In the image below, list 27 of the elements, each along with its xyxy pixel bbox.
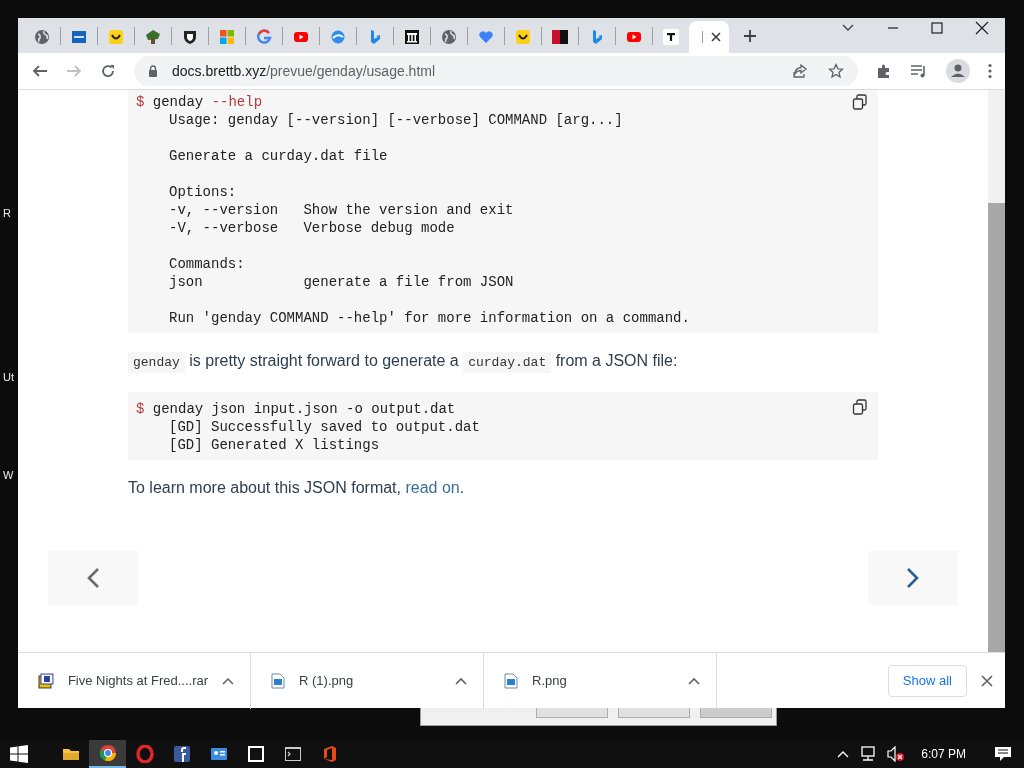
desktop-icon-label: W bbox=[3, 469, 14, 481]
download-item[interactable]: R.png bbox=[484, 652, 717, 709]
download-filename: R (1).png bbox=[299, 673, 355, 688]
output-line: Run 'genday COMMAND --help' for more information on a command. bbox=[169, 309, 690, 327]
output-line: -v, --version Show the version and exit bbox=[169, 201, 514, 219]
desktop-icon-label: R bbox=[3, 207, 11, 219]
output-line: Usage: genday [--version] [--verbose] COMMAND [arg...] bbox=[169, 111, 623, 129]
address-bar[interactable]: docs.brettb.xyz/prevue/genday/usage.html bbox=[134, 56, 858, 86]
output-line: Generate a curday.dat file bbox=[169, 147, 388, 165]
command-line: $ genday json input.json -o output.dat bbox=[136, 400, 456, 418]
output-line: json generate a file from JSON bbox=[169, 273, 514, 291]
show-all-button[interactable]: Show all bbox=[887, 664, 967, 697]
desktop-icon-label: Ut bbox=[3, 371, 14, 383]
paragraph: To learn more about this JSON format, read on. bbox=[128, 478, 466, 498]
download-item[interactable]: Five Nights at Fred....rar bbox=[18, 652, 251, 709]
download-filename: R.png bbox=[532, 673, 568, 688]
download-filename: Five Nights at Fred....rar bbox=[67, 673, 209, 688]
output-line: [GD] Generated X listings bbox=[169, 436, 380, 454]
output-line: Options: bbox=[169, 183, 237, 201]
output-line: [GD] Successfully saved to output.dat bbox=[169, 418, 480, 436]
output-line: -V, --verbose Verbose debug mode bbox=[169, 219, 455, 237]
paragraph: genday is pretty straight forward to generate a curday.dat from a JSON file: bbox=[128, 349, 878, 375]
clock[interactable]: 6:07 PM bbox=[921, 747, 966, 761]
download-item[interactable]: R (1).png bbox=[251, 652, 484, 709]
output-line: Commands: bbox=[169, 255, 245, 273]
command-line: $ genday --help bbox=[136, 93, 263, 111]
read-on-link[interactable]: read on bbox=[405, 479, 460, 496]
